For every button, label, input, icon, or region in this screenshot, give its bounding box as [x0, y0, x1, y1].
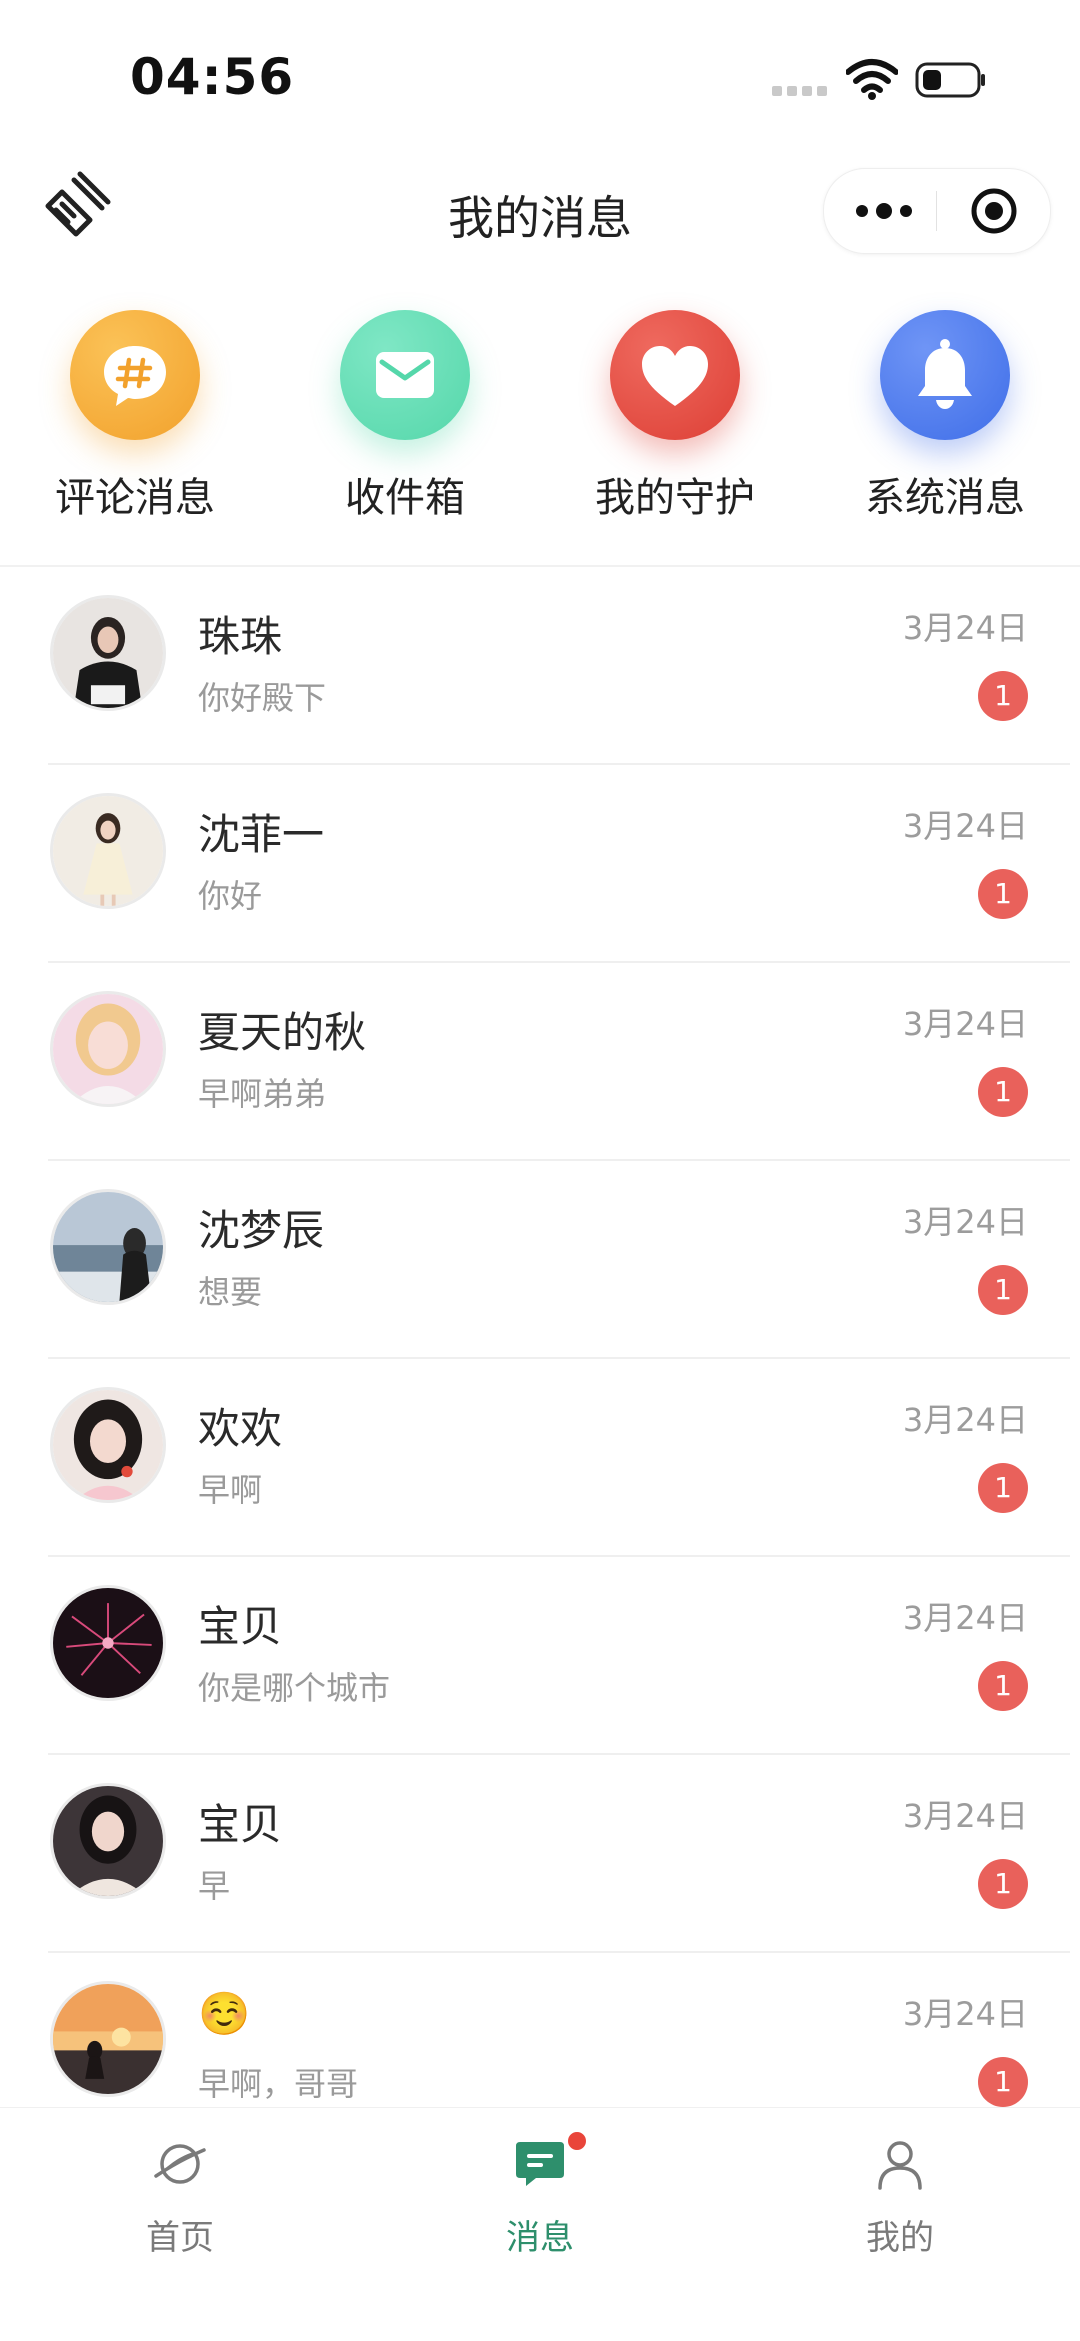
- message-preview: 你好: [198, 877, 263, 915]
- message-time: 3月24日: [902, 1401, 1028, 1439]
- tab-messages[interactable]: 消息: [360, 2108, 720, 2308]
- unread-badge: 1: [978, 1067, 1028, 1117]
- contact-name: 宝贝: [198, 1602, 283, 1651]
- quick-action-guard[interactable]: 我的守护: [565, 300, 785, 550]
- avatar: [50, 1189, 166, 1305]
- notification-dot: [566, 2130, 588, 2152]
- message-row[interactable]: 夏天的秋 早啊弟弟 3月24日 1: [0, 963, 1080, 1161]
- mini-program-capsule: [823, 168, 1051, 254]
- quick-action-label: 评论消息: [55, 475, 215, 521]
- quick-action-inbox[interactable]: 收件箱: [295, 300, 515, 550]
- screen: 04:56 我的消息 评论消息 收件箱 我的守护 系统消息 珠珠 你好殿下 3月…: [0, 0, 1080, 2341]
- message-preview: 早啊: [198, 1471, 263, 1509]
- comment-hash-icon: [70, 310, 200, 440]
- message-list[interactable]: 珠珠 你好殿下 3月24日 1 沈菲一 你好 3月24日 1 夏天的秋 早啊弟弟…: [0, 567, 1080, 2107]
- message-row[interactable]: 沈菲一 你好 3月24日 1: [0, 765, 1080, 963]
- avatar: [50, 1585, 166, 1701]
- contact-name: 宝贝: [198, 1800, 283, 1849]
- mail-icon: [340, 310, 470, 440]
- message-time: 3月24日: [902, 807, 1028, 845]
- message-preview: 你是哪个城市: [198, 1669, 391, 1707]
- unread-badge: 1: [978, 1661, 1028, 1711]
- message-preview: 你好殿下: [198, 679, 327, 717]
- quick-action-system[interactable]: 系统消息: [835, 300, 1055, 550]
- message-time: 3月24日: [902, 1203, 1028, 1241]
- message-row[interactable]: 沈梦辰 想要 3月24日 1: [0, 1161, 1080, 1359]
- battery-icon: [915, 62, 985, 98]
- tab-bar: 首页 消息 我的: [0, 2107, 1080, 2341]
- message-preview: 想要: [198, 1273, 263, 1311]
- bell-icon: [880, 310, 1010, 440]
- quick-actions: 评论消息 收件箱 我的守护 系统消息: [0, 300, 1080, 560]
- message-row[interactable]: 珠珠 你好殿下 3月24日 1: [0, 567, 1080, 765]
- contact-name: ☺️: [198, 1989, 251, 2038]
- status-time: 04:56: [130, 48, 295, 106]
- avatar: [50, 1981, 166, 2097]
- tab-label: 消息: [506, 2218, 574, 2258]
- message-time: 3月24日: [902, 1797, 1028, 1835]
- capsule-divider: [936, 191, 937, 231]
- avatar: [50, 991, 166, 1107]
- quick-action-label: 我的守护: [595, 475, 755, 521]
- message-row[interactable]: 宝贝 你是哪个城市 3月24日 1: [0, 1557, 1080, 1755]
- signal-icon: [772, 86, 828, 98]
- message-row[interactable]: 宝贝 早 3月24日 1: [0, 1755, 1080, 1953]
- avatar: [50, 1783, 166, 1899]
- contact-name: 沈梦辰: [198, 1206, 325, 1255]
- contact-name: 珠珠: [198, 612, 283, 661]
- contact-name: 沈菲一: [198, 810, 325, 859]
- message-time: 3月24日: [902, 1599, 1028, 1637]
- tab-label: 首页: [146, 2218, 214, 2258]
- tab-home[interactable]: 首页: [0, 2108, 360, 2308]
- planet-icon: [154, 2144, 206, 2184]
- contact-name: 夏天的秋: [198, 1008, 367, 1057]
- nav-bar: 我的消息: [0, 160, 1080, 260]
- unread-badge: 1: [978, 1463, 1028, 1513]
- avatar: [50, 1387, 166, 1503]
- heart-icon: [610, 310, 740, 440]
- tab-profile[interactable]: 我的: [720, 2108, 1080, 2308]
- message-time: 3月24日: [902, 609, 1028, 647]
- person-icon: [878, 2141, 922, 2190]
- close-target-icon[interactable]: [970, 187, 1018, 235]
- unread-badge: 1: [978, 869, 1028, 919]
- wifi-icon: [846, 59, 898, 100]
- unread-badge: 1: [978, 671, 1028, 721]
- contact-name: 欢欢: [198, 1404, 283, 1453]
- avatar: [50, 595, 166, 711]
- unread-badge: 1: [978, 2057, 1028, 2107]
- quick-action-label: 收件箱: [345, 475, 465, 521]
- message-preview: 早: [198, 1867, 231, 1905]
- message-time: 3月24日: [902, 1005, 1028, 1043]
- tab-label: 我的: [866, 2218, 934, 2258]
- unread-badge: 1: [978, 1265, 1028, 1315]
- quick-action-label: 系统消息: [865, 475, 1025, 521]
- message-preview: 早啊，哥哥: [198, 2065, 359, 2103]
- more-icon[interactable]: [854, 199, 914, 223]
- message-time: 3月24日: [902, 1995, 1028, 2033]
- message-row[interactable]: 欢欢 早啊 3月24日 1: [0, 1359, 1080, 1557]
- avatar: [50, 793, 166, 909]
- unread-badge: 1: [978, 1859, 1028, 1909]
- status-bar: 04:56: [0, 0, 1080, 150]
- quick-action-comments[interactable]: 评论消息: [25, 300, 245, 550]
- message-row[interactable]: ☺️ 早啊，哥哥 3月24日 1: [0, 1953, 1080, 2107]
- chat-icon: [516, 2142, 564, 2186]
- message-preview: 早啊弟弟: [198, 1075, 327, 1113]
